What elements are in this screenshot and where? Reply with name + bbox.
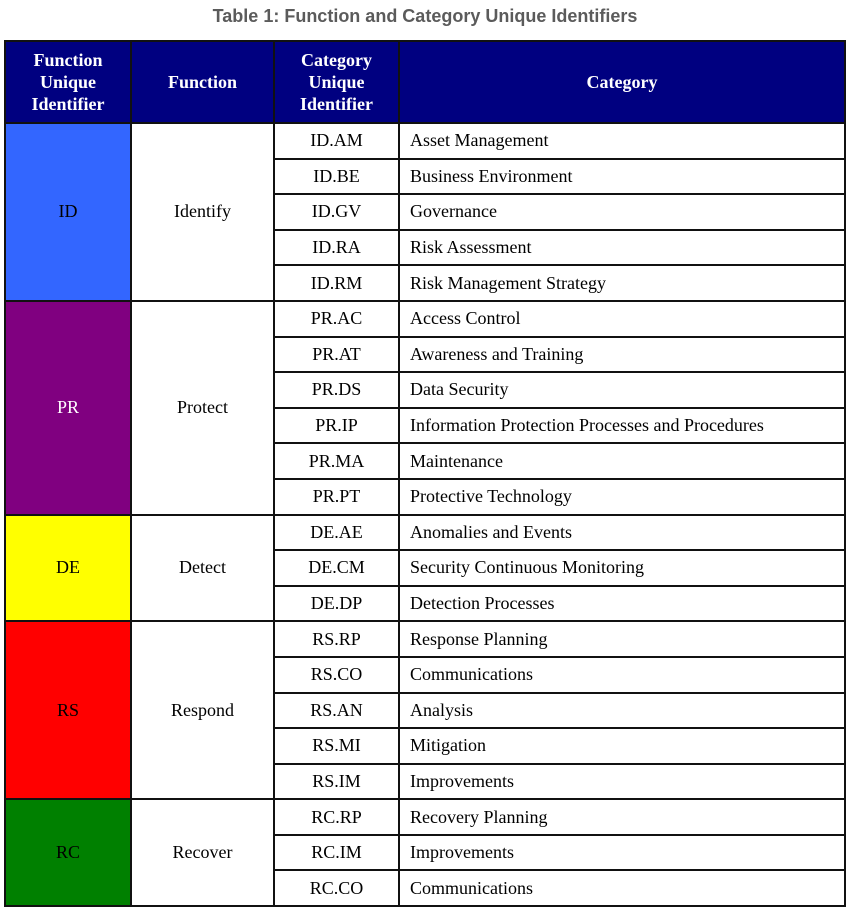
category-name-cell: Risk Management Strategy	[398, 264, 846, 302]
table-row: ID Identify ID.AM Asset Management	[4, 122, 846, 302]
function-id-cell: ID	[4, 122, 132, 302]
table-body: ID Identify ID.AM Asset Management ID.BE Busi…	[4, 122, 846, 908]
function-name-cell: Detect	[130, 513, 275, 623]
category-id-cell: ID.BE	[273, 157, 400, 196]
function-id-cell: RS	[4, 620, 132, 801]
category-id-cell: ID.RM	[273, 264, 400, 302]
table-row: RS Respond RS.RP Response Planning	[4, 620, 846, 801]
category-id-cell: PR.MA	[273, 442, 400, 480]
category-name-cell: Improvements	[398, 833, 846, 872]
category-id-cell: DE.AE	[273, 513, 400, 552]
category-id-cell: RC.CO	[273, 869, 400, 908]
category-id-cell: RS.CO	[273, 655, 400, 694]
category-name-cell: Response Planning	[398, 620, 846, 658]
category-id-cell: ID.AM	[273, 122, 400, 160]
category-id-cell: RS.RP	[273, 620, 400, 658]
function-id-cell: DE	[4, 513, 132, 623]
category-name-cell: Access Control	[398, 299, 846, 338]
function-name-cell: Recover	[130, 798, 275, 908]
header-function-unique-identifier: Function Unique Identifier	[4, 40, 132, 124]
category-id-cell: RS.IM	[273, 762, 400, 801]
function-name-cell: Identify	[130, 122, 275, 302]
category-name-cell: Communications	[398, 655, 846, 694]
category-name-cell: Protective Technology	[398, 477, 846, 516]
category-id-cell: DE.CM	[273, 549, 400, 587]
category-name-cell: Data Security	[398, 371, 846, 409]
table-row: RC Recover RC.RP Recovery Planning	[4, 798, 846, 908]
category-id-cell: ID.RA	[273, 228, 400, 267]
category-name-cell: Security Continuous Monitoring	[398, 549, 846, 587]
header-category-unique-identifier: Category Unique Identifier	[273, 40, 400, 124]
category-id-cell: DE.DP	[273, 584, 400, 623]
category-id-cell: RC.IM	[273, 833, 400, 872]
header-row: Function Unique Identifier Function Cate…	[4, 40, 846, 124]
category-name-cell: Detection Processes	[398, 584, 846, 623]
table-title: Table 1: Function and Category Unique Id…	[212, 6, 638, 26]
category-id-cell: RC.RP	[273, 798, 400, 836]
category-name-cell: Asset Management	[398, 122, 846, 160]
table-row: PR Protect PR.AC Access Control	[4, 299, 846, 516]
category-id-cell: PR.IP	[273, 406, 400, 445]
header-line: Unique	[39, 72, 97, 92]
header-category: Category	[398, 40, 846, 124]
header-line: Category	[301, 50, 372, 70]
category-id-cell: ID.GV	[273, 193, 400, 231]
category-name-cell: Mitigation	[398, 727, 846, 765]
category-name-cell: Recovery Planning	[398, 798, 846, 836]
function-category-table: Function Unique Identifier Function Cate…	[4, 40, 846, 908]
category-name-cell: Business Environment	[398, 157, 846, 196]
category-id-cell: PR.AC	[273, 299, 400, 338]
category-name-cell: Anomalies and Events	[398, 513, 846, 552]
category-name-cell: Improvements	[398, 762, 846, 801]
category-id-cell: PR.PT	[273, 477, 400, 516]
function-id-cell: PR	[4, 299, 132, 516]
header-function: Function	[130, 40, 275, 124]
category-name-cell: Awareness and Training	[398, 335, 846, 374]
header-line: Function	[33, 50, 103, 70]
category-name-cell: Information Protection Processes and Pro…	[398, 406, 846, 445]
header-line: Identifier	[300, 94, 373, 114]
header-line: Unique	[308, 72, 365, 92]
category-name-cell: Communications	[398, 869, 846, 908]
category-name-cell: Risk Assessment	[398, 228, 846, 267]
category-id-cell: PR.DS	[273, 371, 400, 409]
table-row: DE Detect DE.AE Anomalies and Events	[4, 513, 846, 623]
function-id-cell: RC	[4, 798, 132, 908]
category-id-cell: PR.AT	[273, 335, 400, 374]
category-id-cell: RS.AN	[273, 691, 400, 730]
category-name-cell: Maintenance	[398, 442, 846, 480]
header-line: Identifier	[31, 94, 105, 114]
function-name-cell: Protect	[130, 299, 275, 516]
function-name-cell: Respond	[130, 620, 275, 801]
category-name-cell: Governance	[398, 193, 846, 231]
category-id-cell: RS.MI	[273, 727, 400, 765]
category-name-cell: Analysis	[398, 691, 846, 730]
